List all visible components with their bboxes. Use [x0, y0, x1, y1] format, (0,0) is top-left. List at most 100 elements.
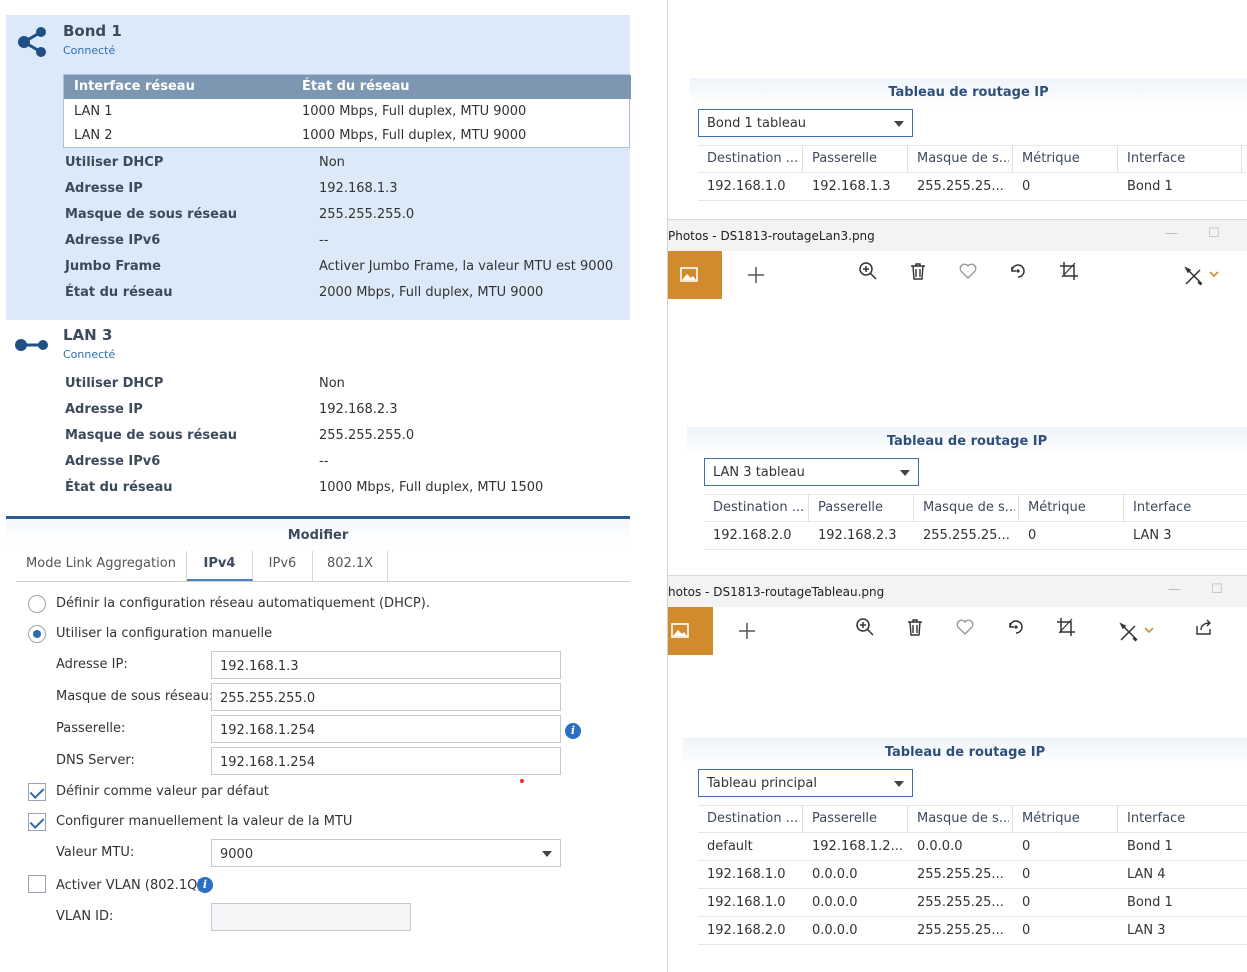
cursor-dot — [520, 779, 524, 783]
table-row[interactable]: LAN 2 1000 Mbps, Full duplex, MTU 9000 — [64, 124, 631, 148]
photos-window-titlebar[interactable]: hotos - DS1813-routageTableau.png — ☐ — [668, 575, 1247, 607]
col-metric[interactable]: Métrique — [1028, 500, 1120, 515]
minimize-button[interactable]: — — [1165, 226, 1178, 241]
lan3-title[interactable]: LAN 3 — [63, 326, 112, 344]
prop-label: État du réseau — [65, 285, 173, 300]
tab-ipv4[interactable]: IPv4 — [187, 551, 253, 581]
add-icon[interactable] — [746, 265, 766, 285]
col-state: État du réseau — [302, 79, 410, 94]
col-interface[interactable]: Interface — [1127, 811, 1237, 826]
vlan-id-field[interactable] — [211, 903, 411, 931]
crop-icon[interactable] — [1059, 261, 1079, 281]
routing-table-select[interactable]: Bond 1 tableau — [698, 109, 913, 137]
chevron-down-icon — [542, 851, 552, 857]
prop-value: 192.168.2.3 — [319, 402, 398, 417]
manual-mtu-label: Configurer manuellement la valeur de la … — [56, 814, 353, 829]
member-iface: LAN 2 — [74, 128, 113, 143]
table-cell: 0 — [1028, 528, 1037, 543]
image-icon[interactable] — [668, 251, 722, 299]
ip-address-label: Adresse IP: — [56, 657, 128, 672]
info-icon[interactable]: i — [197, 877, 213, 893]
chevron-down-icon[interactable] — [1209, 270, 1219, 278]
col-netmask[interactable]: Masque de s... — [923, 500, 1015, 515]
col-destination[interactable]: Destination ... — [707, 811, 799, 826]
crop-icon[interactable] — [1056, 617, 1076, 637]
col-interface[interactable]: Interface — [1127, 151, 1237, 166]
table-cell: 0.0.0.0 — [812, 923, 858, 938]
share-icon[interactable] — [1194, 617, 1214, 637]
prop-value: -- — [319, 454, 329, 469]
col-gateway[interactable]: Passerelle — [812, 811, 904, 826]
table-cell: Bond 1 — [1127, 895, 1173, 910]
prop-label: Utiliser DHCP — [65, 155, 164, 170]
default-gateway-checkbox[interactable] — [28, 783, 46, 801]
manual-config-radio[interactable] — [28, 625, 46, 643]
add-icon[interactable] — [737, 621, 757, 641]
bond-status: Connecté — [63, 44, 116, 57]
dns-server-field[interactable]: 192.168.1.254 — [211, 747, 561, 775]
col-gateway[interactable]: Passerelle — [812, 151, 904, 166]
col-gateway[interactable]: Passerelle — [818, 500, 910, 515]
rotate-icon[interactable] — [1006, 617, 1026, 637]
tab-link-aggregation[interactable]: Mode Link Aggregation — [16, 551, 187, 581]
col-netmask[interactable]: Masque de s... — [917, 151, 1009, 166]
prop-label: Adresse IP — [65, 402, 143, 417]
prop-label: Masque de sous réseau — [65, 207, 237, 222]
manual-mtu-checkbox[interactable] — [28, 813, 46, 831]
table-row[interactable]: LAN 1 1000 Mbps, Full duplex, MTU 9000 — [64, 100, 631, 124]
photos-window-titlebar[interactable]: Photos - DS1813-routageLan3.png — ☐ — [668, 219, 1247, 251]
image-icon[interactable] — [668, 607, 713, 655]
table-cell: Bond 1 — [1127, 179, 1173, 194]
table-cell: 0 — [1022, 867, 1031, 882]
vlan-checkbox[interactable] — [28, 875, 46, 893]
chevron-down-icon — [894, 121, 904, 127]
mtu-selected-value: 9000 — [220, 847, 254, 862]
edit-draw-icon[interactable] — [1118, 621, 1140, 643]
table-cell: LAN 3 — [1133, 528, 1172, 543]
chevron-down-icon[interactable] — [1144, 626, 1154, 634]
tab-ipv6[interactable]: IPv6 — [253, 551, 313, 581]
col-netmask[interactable]: Masque de s... — [917, 811, 1009, 826]
subnet-mask-field[interactable]: 255.255.255.0 — [211, 683, 561, 711]
col-metric[interactable]: Métrique — [1022, 811, 1114, 826]
prop-label: Adresse IP — [65, 181, 143, 196]
routing-table-select[interactable]: Tableau principal — [698, 769, 913, 797]
col-destination[interactable]: Destination ... — [707, 151, 799, 166]
routing-table: Destination ... Passerelle Masque de s..… — [698, 805, 1247, 945]
delete-icon[interactable] — [908, 261, 928, 281]
maximize-button[interactable]: ☐ — [1208, 226, 1220, 241]
col-interface[interactable]: Interface — [1133, 500, 1243, 515]
table-cell: default — [707, 839, 753, 854]
vlan-id-label: VLAN ID: — [56, 909, 114, 924]
network-settings-panel: Bond 1 Connecté Interface réseau État du… — [0, 0, 668, 972]
prop-value: -- — [319, 233, 329, 248]
rotate-icon[interactable] — [1008, 261, 1028, 281]
favorite-icon[interactable] — [955, 617, 975, 637]
prop-value: 255.255.255.0 — [319, 428, 415, 443]
routing-table-select[interactable]: LAN 3 tableau — [704, 458, 919, 486]
table-cell: 0 — [1022, 179, 1031, 194]
window-title: Photos - DS1813-routageLan3.png — [668, 229, 875, 243]
table-cell: LAN 4 — [1127, 867, 1166, 882]
prop-label: Utiliser DHCP — [65, 376, 164, 391]
ip-address-field[interactable]: 192.168.1.3 — [211, 651, 561, 679]
bond-title: Bond 1 — [63, 22, 122, 40]
minimize-button[interactable]: — — [1168, 582, 1181, 597]
dhcp-radio[interactable] — [28, 595, 46, 613]
maximize-button[interactable]: ☐ — [1211, 582, 1223, 597]
zoom-in-icon[interactable] — [858, 261, 878, 281]
col-metric[interactable]: Métrique — [1022, 151, 1114, 166]
tab-bar: Mode Link Aggregation IPv4 IPv6 802.1X — [16, 551, 630, 582]
edit-draw-icon[interactable] — [1183, 265, 1205, 287]
mtu-value-select[interactable]: 9000 — [211, 839, 561, 867]
tab-8021x[interactable]: 802.1X — [313, 551, 388, 581]
delete-icon[interactable] — [905, 617, 925, 637]
info-icon[interactable]: i — [565, 723, 581, 739]
gateway-field[interactable]: 192.168.1.254 — [211, 715, 561, 743]
prop-value: Non — [319, 155, 345, 170]
zoom-in-icon[interactable] — [855, 617, 875, 637]
table-cell: 255.255.25... — [917, 895, 1004, 910]
col-destination[interactable]: Destination ... — [713, 500, 805, 515]
favorite-icon[interactable] — [958, 261, 978, 281]
table-cell: 192.168.1.0 — [707, 179, 786, 194]
